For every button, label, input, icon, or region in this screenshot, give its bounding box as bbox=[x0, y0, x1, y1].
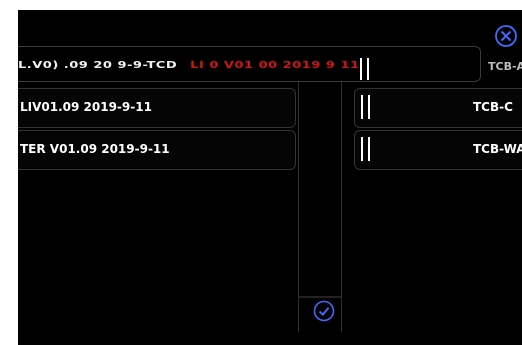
list-item-label: TER V01.09 2019-9-11 bbox=[20, 142, 170, 156]
list-item[interactable]: TER V01.09 2019-9-11 bbox=[18, 130, 296, 170]
divider-shade bbox=[299, 296, 341, 298]
list-item[interactable]: TCB-WA bbox=[354, 130, 522, 170]
glitched-text-red: LI 0 V01 00 2019 9 11 bbox=[190, 59, 360, 72]
glitched-row-label: L.V0) .09 20 9-9-TCD LI 0 V01 00 2019 9 … bbox=[18, 60, 360, 71]
glitched-text-primary: L.V0) .09 20 9-9-TCD bbox=[18, 59, 178, 72]
list-item-label: LIV01.09 2019-9-11 bbox=[20, 100, 152, 114]
list-item-label: TCB-WA bbox=[473, 142, 522, 156]
drag-handle-icon[interactable] bbox=[361, 137, 371, 161]
list-item[interactable]: TCB-C bbox=[354, 88, 522, 128]
close-circle-icon bbox=[495, 25, 517, 47]
close-button[interactable] bbox=[494, 24, 518, 48]
confirm-button[interactable] bbox=[313, 300, 335, 322]
list-item-label: TCB-C bbox=[473, 100, 513, 114]
drag-handle-icon[interactable] bbox=[360, 58, 370, 80]
dark-panel: L.V0) .09 20 9-9-TCD LI 0 V01 00 2019 9 … bbox=[18, 10, 522, 345]
list-item[interactable]: LIV01.09 2019-9-11 bbox=[18, 88, 296, 128]
glitched-right-label: TCB-A bbox=[488, 60, 522, 73]
check-circle-icon bbox=[313, 300, 335, 322]
center-divider bbox=[298, 82, 342, 332]
drag-handle-icon[interactable] bbox=[361, 95, 371, 119]
